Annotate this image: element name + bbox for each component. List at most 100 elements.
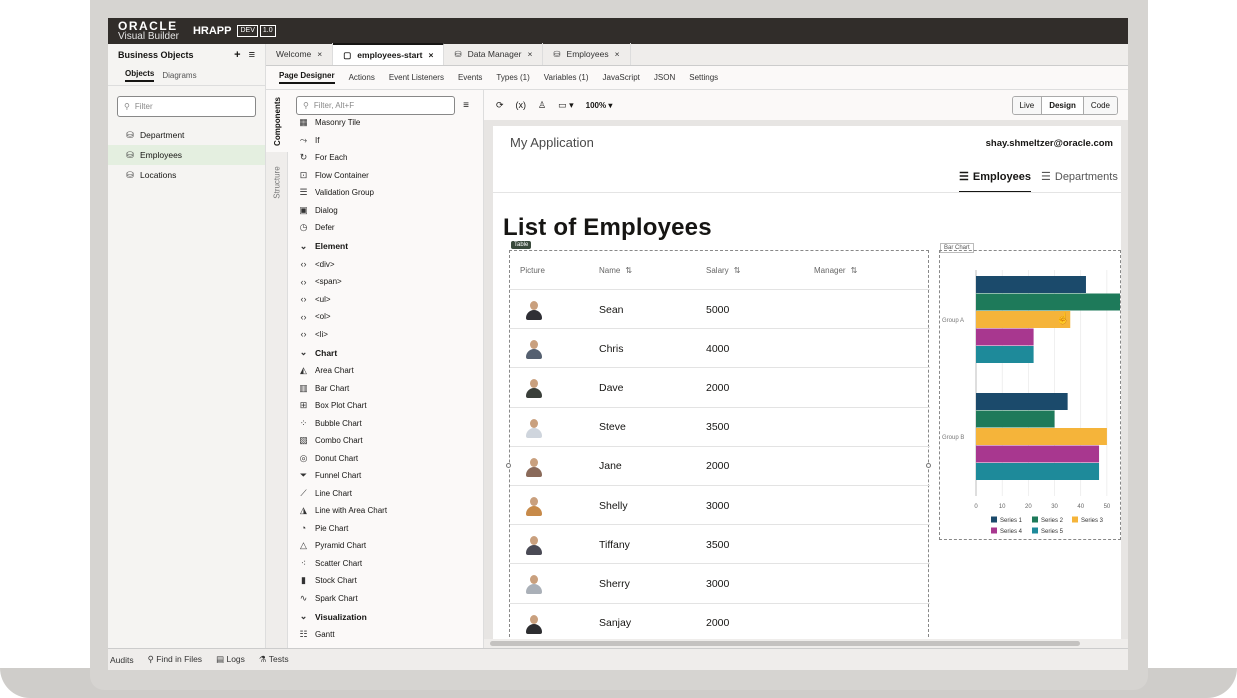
palette-item-bar-chart[interactable]: ▥ Bar Chart [298, 380, 478, 398]
palette-item-line-chart[interactable]: ⟋ Line Chart [298, 485, 478, 503]
palette-item-for-each[interactable]: ↻ For Each [298, 149, 478, 167]
device-icon[interactable]: ▭ ▾ [558, 100, 574, 111]
tab-diagrams[interactable]: Diagrams [162, 71, 196, 80]
close-icon[interactable]: × [317, 49, 322, 59]
mode-design-button[interactable]: Design [1042, 97, 1084, 114]
nav-employees[interactable]: ☰ Employees [959, 170, 1031, 193]
subtab-actions[interactable]: Actions [349, 73, 375, 82]
mode-code-button[interactable]: Code [1083, 97, 1117, 114]
palette-category-visualization[interactable]: ⌄ Visualization [298, 607, 478, 626]
subtab-variables[interactable]: Variables (1) [544, 73, 589, 82]
tab-objects[interactable]: Objects [125, 69, 155, 82]
nav-departments[interactable]: ☰ Departments [1041, 170, 1118, 184]
zoom-select[interactable]: 100% ▾ [586, 101, 613, 110]
refresh-icon[interactable]: ⟳ [496, 100, 504, 111]
palette-filter-input[interactable]: ⚲ Filter, Alt+F [296, 96, 456, 115]
tab-employees-start[interactable]: ▢ employees-start × [333, 43, 445, 65]
variable-icon[interactable]: (x) [516, 100, 527, 110]
palette-item-gantt[interactable]: ☷ Gantt [298, 626, 478, 644]
resize-handle[interactable] [506, 463, 511, 468]
bar-chart[interactable]: 0 10 20 30 40 50 Group A Group B Series 1 Series … [939, 250, 1121, 540]
table-row[interactable]: Tiffany 3500 [510, 524, 930, 563]
sort-icon[interactable]: ⇅ [851, 266, 858, 275]
close-icon[interactable]: × [615, 49, 620, 59]
tab-data-manager[interactable]: ⛁ Data Manager × [444, 43, 544, 65]
add-icon[interactable]: + [234, 49, 240, 61]
user-email[interactable]: shay.shmeltzer@oracle.com [986, 138, 1113, 149]
table-row[interactable]: Sanjay 2000 [510, 602, 930, 642]
subtab-javascript[interactable]: JavaScript [603, 73, 640, 82]
palette-item-defer[interactable]: ◷ Defer [298, 219, 478, 237]
palette-item-ol[interactable]: ‹› <ol> [298, 308, 478, 326]
palette-item-stock-chart[interactable]: ▮ Stock Chart [298, 572, 478, 590]
vtab-structure[interactable]: Structure [266, 152, 288, 212]
table-row[interactable]: Sherry 3000 [510, 563, 930, 602]
palette-item-validation-group[interactable]: ☰ Validation Group [298, 184, 478, 202]
subtab-page-designer[interactable]: Page Designer [279, 71, 335, 84]
tab-welcome[interactable]: Welcome × [266, 43, 334, 65]
palette-item-ul[interactable]: ‹› <ul> [298, 291, 478, 309]
palette-item-if[interactable]: ⤳ If [298, 132, 478, 150]
resize-handle[interactable] [926, 463, 931, 468]
close-icon[interactable]: × [527, 49, 532, 59]
subtab-json[interactable]: JSON [654, 73, 675, 82]
palette-item-donut-chart[interactable]: ◎ Donut Chart [298, 450, 478, 468]
mode-live-button[interactable]: Live [1012, 97, 1043, 114]
vtab-components[interactable]: Components [266, 90, 288, 152]
object-item-department[interactable]: ⛁ Department [108, 125, 265, 145]
app-name[interactable]: HRAPP [193, 25, 232, 37]
palette-item-pie-chart[interactable]: ◔ Pie Chart [298, 520, 478, 538]
menu-icon[interactable]: ≡ [463, 100, 475, 111]
find-in-files-button[interactable]: ⚲ Find in Files [148, 654, 202, 665]
palette-category-element[interactable]: ⌄ Element [298, 237, 478, 256]
palette-item-div[interactable]: ‹› <div> [298, 256, 478, 274]
table-row[interactable]: Steve 3500 [510, 406, 930, 446]
objects-filter-input[interactable]: ⚲ Filter [117, 96, 256, 117]
palette-item-masonry-tile[interactable]: ▦ Masonry Tile [298, 114, 478, 132]
table-row[interactable]: Jane 2000 [510, 445, 930, 485]
table-row[interactable]: Chris 4000 [510, 328, 930, 367]
close-icon[interactable]: × [428, 50, 433, 60]
employees-table[interactable]: Picture Name ⇅ Salary ⇅ Manager ⇅ Sean 5000 C… [509, 250, 930, 642]
palette-item-pyramid-chart[interactable]: △ Pyramid Chart [298, 537, 478, 555]
subtab-events[interactable]: Events [458, 73, 482, 82]
palette-item-label: Flow Container [315, 170, 369, 180]
object-item-locations[interactable]: ⛁ Locations [108, 165, 265, 185]
palette-item-flow-container[interactable]: ⊡ Flow Container [298, 167, 478, 185]
palette-item-line-with-area-chart[interactable]: ◮ Line with Area Chart [298, 502, 478, 520]
palette-item-funnel-chart[interactable]: ⏷ Funnel Chart [298, 467, 478, 485]
subtab-types[interactable]: Types (1) [496, 73, 529, 82]
user-icon[interactable]: ♙ [538, 100, 546, 111]
bar-group-b-series-5 [976, 463, 1100, 480]
table-row[interactable]: Dave 2000 [510, 367, 930, 406]
tests-button[interactable]: ⚗ Tests [259, 654, 289, 665]
scrollbar-thumb[interactable] [490, 641, 1080, 646]
logs-button[interactable]: ▤ Logs [216, 654, 245, 665]
sort-icon[interactable]: ⇅ [625, 266, 632, 275]
table-row[interactable]: Sean 5000 [510, 289, 930, 328]
page-heading: List of Employees [503, 214, 712, 241]
palette-item-box-plot-chart[interactable]: ⊞ Box Plot Chart [298, 397, 478, 415]
tab-employees[interactable]: ⛁ Employees × [543, 43, 631, 65]
palette-item-span[interactable]: ‹› <span> [298, 273, 478, 291]
menu-icon[interactable]: ≡ [249, 49, 255, 61]
palette-item-combo-chart[interactable]: ▧ Combo Chart [298, 432, 478, 450]
table-row[interactable]: Shelly 3000 [510, 485, 930, 524]
palette-item-bubble-chart[interactable]: ⁘ Bubble Chart [298, 415, 478, 433]
palette-category-chart[interactable]: ⌄ Chart [298, 343, 478, 362]
palette-item-spark-chart[interactable]: ∿ Spark Chart [298, 590, 478, 608]
horizontal-scrollbar[interactable] [484, 639, 1128, 648]
sort-icon[interactable]: ⇅ [734, 266, 741, 275]
column-header-manager[interactable]: Manager ⇅ [814, 251, 857, 289]
audits-button[interactable]: Audits [110, 655, 134, 665]
palette-item-area-chart[interactable]: ◭ Area Chart [298, 362, 478, 380]
palette-item-label: Bar Chart [315, 383, 350, 393]
column-header-name[interactable]: Name ⇅ [599, 251, 632, 289]
column-header-salary[interactable]: Salary ⇅ [706, 251, 740, 289]
subtab-settings[interactable]: Settings [689, 73, 718, 82]
palette-item-dialog[interactable]: ▣ Dialog [298, 202, 478, 220]
object-item-employees[interactable]: ⛁ Employees [108, 145, 265, 165]
palette-item-li[interactable]: ‹› <li> [298, 326, 478, 344]
subtab-event-listeners[interactable]: Event Listeners [389, 73, 444, 82]
palette-item-scatter-chart[interactable]: ⁖ Scatter Chart [298, 555, 478, 573]
